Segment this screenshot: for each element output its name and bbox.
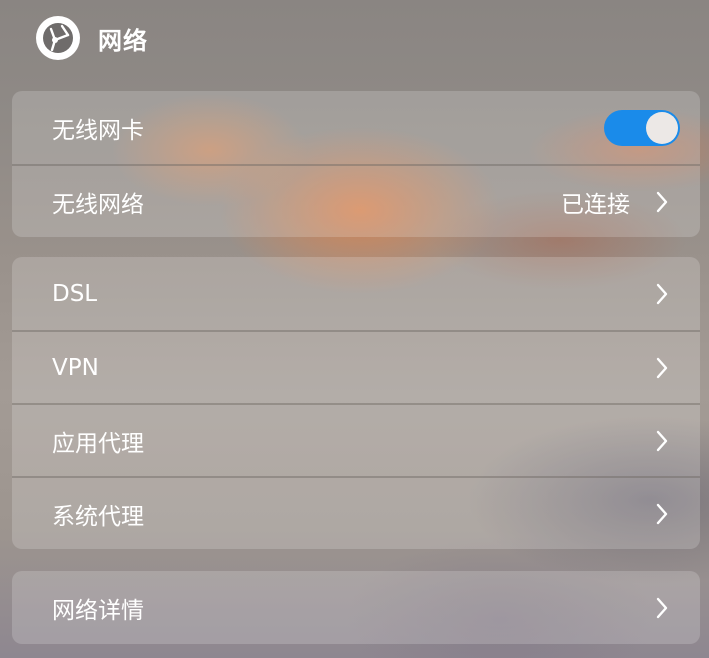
wireless-adapter-row: 无线网卡 [12,91,700,164]
app-proxy-row[interactable]: 应用代理 [12,403,700,476]
chevron-right-icon [654,595,670,621]
details-card: 网络详情 [12,571,700,644]
chevron-right-icon [654,355,670,381]
vpn-label: VPN [52,354,99,381]
dsl-row[interactable]: DSL [12,257,700,330]
app-proxy-label: 应用代理 [52,430,144,457]
system-proxy-label: 系统代理 [52,503,144,530]
dsl-label: DSL [52,280,98,307]
chevron-right-icon [654,501,670,527]
page-header: 网络 [36,16,148,60]
wireless-network-label: 无线网络 [52,191,144,218]
connections-card: DSL VPN 应用代理 系统代理 [12,257,700,549]
chevron-right-icon [654,428,670,454]
chevron-right-icon [654,281,670,307]
network-details-row[interactable]: 网络详情 [12,571,700,644]
network-details-label: 网络详情 [52,597,144,624]
vpn-row[interactable]: VPN [12,330,700,403]
system-proxy-row[interactable]: 系统代理 [12,476,700,549]
wireless-adapter-toggle[interactable] [604,109,680,146]
toggle-knob [646,111,678,144]
chevron-right-icon [654,189,670,215]
wireless-network-status: 已连接 [561,191,630,218]
page-title: 网络 [98,26,148,55]
wireless-adapter-label: 无线网卡 [52,117,144,144]
wireless-card: 无线网卡 无线网络 已连接 [12,91,700,237]
network-globe-icon [36,16,80,60]
wireless-network-row[interactable]: 无线网络 已连接 [12,164,700,237]
